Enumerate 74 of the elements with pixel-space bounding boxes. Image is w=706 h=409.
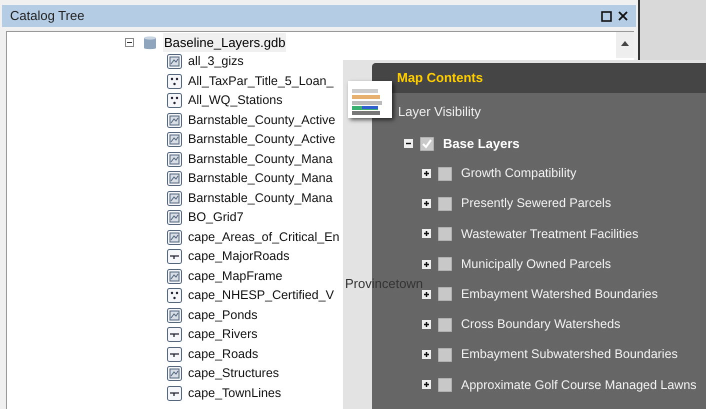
polygon-layer-icon bbox=[167, 268, 182, 284]
collapse-icon[interactable] bbox=[125, 38, 134, 47]
expand-icon[interactable] bbox=[422, 260, 431, 269]
scroll-up-icon[interactable] bbox=[621, 41, 629, 46]
tree-item[interactable]: cape_MapFrame bbox=[188, 266, 282, 286]
tree-item[interactable]: cape_Structures bbox=[188, 364, 280, 384]
panel-title: Map Contents bbox=[397, 69, 483, 88]
expand-icon[interactable] bbox=[422, 350, 431, 360]
panel-subtitle: Layer Visibility bbox=[397, 103, 482, 121]
polygon-layer-icon bbox=[167, 210, 182, 226]
tree-item[interactable]: cape_Ponds bbox=[188, 306, 258, 325]
tree-item[interactable]: cape_TownLines bbox=[188, 384, 282, 403]
collapse-icon[interactable] bbox=[404, 139, 413, 148]
line-layer-icon bbox=[167, 327, 182, 342]
checkbox[interactable] bbox=[438, 226, 452, 241]
polygon-layer-icon bbox=[167, 132, 182, 148]
checkbox[interactable] bbox=[438, 196, 452, 211]
polygon-layer-icon bbox=[167, 171, 182, 186]
layer-label: Cross Boundary Watersheds bbox=[461, 316, 620, 334]
tree-item[interactable]: Baseline_Layers.gdb bbox=[163, 32, 286, 52]
expand-icon[interactable] bbox=[422, 199, 431, 208]
polygon-layer-icon bbox=[167, 366, 182, 382]
tree-item[interactable]: cape_NHESP_Certified_V bbox=[188, 286, 334, 306]
checkbox[interactable] bbox=[420, 136, 434, 150]
layer-label: Wastewater Treatment Facilities bbox=[461, 226, 638, 243]
polygon-layer-icon bbox=[167, 308, 182, 323]
maximize-icon[interactable] bbox=[601, 10, 612, 22]
polygon-layer-icon bbox=[167, 190, 182, 206]
checkbox[interactable] bbox=[438, 378, 452, 392]
expand-icon[interactable] bbox=[422, 229, 431, 238]
expand-icon[interactable] bbox=[422, 320, 431, 330]
tree-item[interactable]: All_TaxPar_Title_5_Loan_ bbox=[188, 72, 334, 91]
polygon-layer-icon bbox=[167, 152, 182, 167]
tree-item[interactable]: All_WQ_Stations bbox=[188, 91, 282, 110]
close-icon[interactable] bbox=[618, 11, 628, 21]
tree-item[interactable]: cape_Roads bbox=[188, 344, 258, 364]
polygon-layer-icon bbox=[167, 54, 182, 70]
expand-icon[interactable] bbox=[422, 169, 431, 178]
tree-item[interactable]: BO_Grid7 bbox=[188, 208, 244, 228]
checkbox[interactable] bbox=[438, 257, 452, 272]
tree-item[interactable]: all_3_gizs bbox=[188, 52, 244, 72]
layer-label: Embayment Watershed Boundaries bbox=[461, 286, 658, 303]
point-layer-icon bbox=[167, 288, 182, 304]
database-icon bbox=[142, 34, 158, 50]
expand-icon[interactable] bbox=[422, 290, 431, 299]
point-layer-icon bbox=[167, 93, 182, 108]
tree-item[interactable]: cape_Rivers bbox=[188, 325, 258, 344]
tree-item[interactable]: cape_MajorRoads bbox=[188, 247, 290, 266]
line-layer-icon bbox=[167, 249, 182, 264]
panel-title: Catalog Tree bbox=[10, 7, 84, 26]
layer-label: Embayment Subwatershed Boundaries bbox=[461, 346, 678, 364]
checkbox[interactable] bbox=[438, 287, 452, 302]
layer-label: Municipally Owned Parcels bbox=[461, 256, 612, 273]
expand-icon[interactable] bbox=[422, 380, 431, 390]
polygon-layer-icon bbox=[167, 112, 182, 128]
tree-item[interactable]: cape_Areas_of_Critical_En bbox=[188, 228, 340, 247]
layer-group-label: Base Layers bbox=[443, 134, 520, 153]
tree-item[interactable]: Barnstable_County_Mana bbox=[188, 150, 333, 169]
point-layer-icon bbox=[167, 74, 182, 89]
layer-label: Presently Sewered Parcels bbox=[461, 195, 612, 212]
tree-item[interactable]: Barnstable_County_Mana bbox=[188, 188, 333, 208]
layer-label: Growth Compatibility bbox=[461, 165, 576, 182]
polygon-layer-icon bbox=[167, 230, 182, 245]
layers-thumbnail[interactable] bbox=[348, 81, 392, 118]
scrollbar[interactable] bbox=[616, 32, 634, 58]
checkbox[interactable] bbox=[438, 318, 452, 332]
checkbox[interactable] bbox=[438, 348, 452, 362]
line-layer-icon bbox=[167, 346, 182, 362]
tree-item[interactable]: Barnstable_County_Active bbox=[188, 130, 336, 150]
checkbox[interactable] bbox=[438, 166, 452, 181]
tree-item[interactable]: Barnstable_County_Active bbox=[188, 110, 336, 130]
layer-label: Approximate Golf Course Managed Lawns bbox=[461, 376, 697, 394]
tree-item[interactable]: Barnstable_County_Mana bbox=[188, 169, 333, 188]
line-layer-icon bbox=[167, 386, 182, 401]
